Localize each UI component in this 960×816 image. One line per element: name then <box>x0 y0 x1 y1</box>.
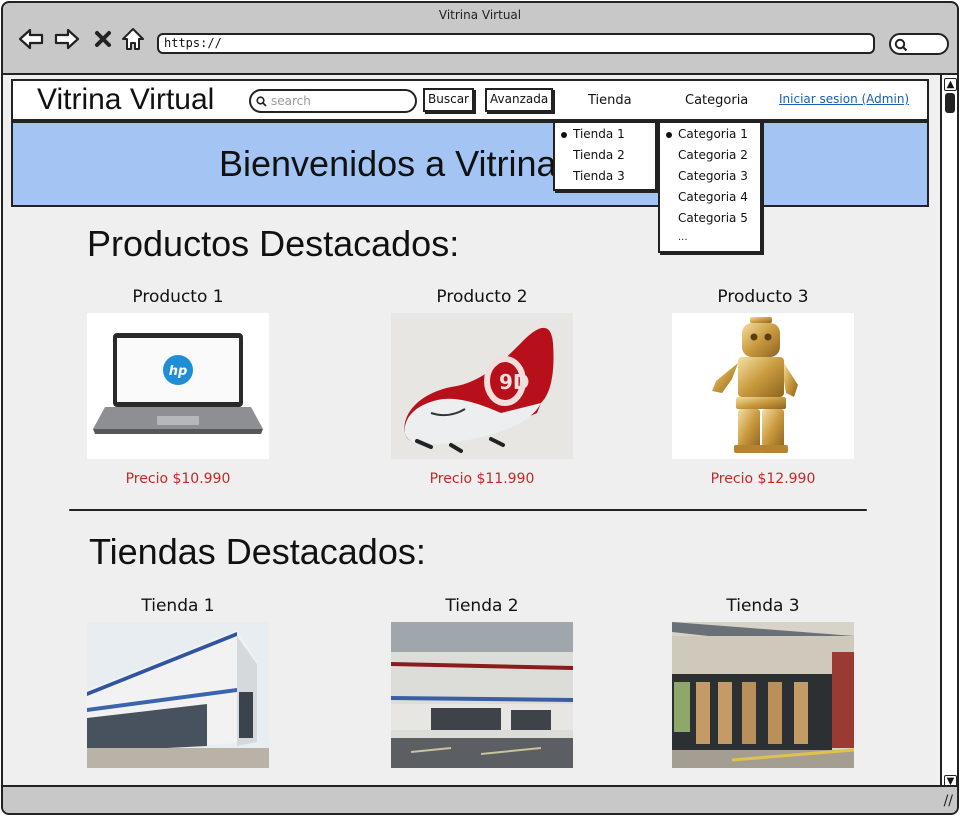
store-title[interactable]: Tienda 1 <box>87 596 269 616</box>
svg-text:9D: 9D <box>499 370 530 394</box>
site-header: Vitrina Virtual search Buscar Avanzada T… <box>11 79 929 121</box>
browser-window: Vitrina Virtual https:// Vitrina Virtual… <box>1 1 959 815</box>
tienda-option[interactable]: Tienda 2 <box>555 148 655 169</box>
tienda-dropdown: Tienda 1 Tienda 2 Tienda 3 <box>553 121 657 191</box>
admin-login-link[interactable]: Iniciar sesion (Admin) <box>779 92 909 106</box>
product-title[interactable]: Producto 1 <box>87 287 269 307</box>
categoria-option[interactable]: Categoria 2 <box>660 148 760 169</box>
scroll-thumb[interactable] <box>945 93 955 113</box>
search-icon <box>256 96 267 107</box>
url-bar[interactable]: https:// <box>157 33 875 54</box>
scroll-up-icon[interactable]: ▲ <box>944 78 957 91</box>
product-price: Precio $12.990 <box>710 471 816 487</box>
categoria-dropdown: Categoria 1 Categoria 2 Categoria 3 Cate… <box>658 121 762 253</box>
tiendas-heading: Tiendas Destacados: <box>89 531 426 572</box>
status-bar: // <box>3 785 957 813</box>
welcome-banner: Bienvenidos a Vitrina Virtual <box>11 121 929 207</box>
section-divider <box>69 509 867 511</box>
categoria-option[interactable]: Categoria 1 <box>660 127 760 148</box>
categoria-option-more[interactable]: ... <box>660 232 760 253</box>
back-icon[interactable] <box>17 25 45 53</box>
home-icon[interactable] <box>119 25 147 53</box>
tienda-menu[interactable]: Tienda <box>588 93 632 108</box>
product-image-shoe[interactable]: 9D <box>391 313 573 459</box>
search-icon <box>894 38 908 52</box>
categoria-option[interactable]: Categoria 5 <box>660 211 760 232</box>
categoria-option[interactable]: Categoria 3 <box>660 169 760 190</box>
avanzada-button[interactable]: Avanzada <box>485 88 554 112</box>
resize-grip-icon[interactable]: // <box>944 793 953 809</box>
vertical-scrollbar[interactable]: ▲ ▼ <box>940 73 957 791</box>
store-image-2[interactable] <box>391 622 573 768</box>
store-title[interactable]: Tienda 2 <box>391 596 573 616</box>
store-image-3[interactable] <box>672 622 854 768</box>
selected-bullet-icon <box>561 132 567 138</box>
close-icon[interactable] <box>89 25 117 53</box>
store-title[interactable]: Tienda 3 <box>672 596 854 616</box>
forward-icon[interactable] <box>53 25 81 53</box>
selected-bullet-icon <box>666 132 672 138</box>
buscar-button[interactable]: Buscar <box>423 88 474 112</box>
productos-heading: Productos Destacados: <box>87 223 460 264</box>
categoria-menu[interactable]: Categoria <box>685 93 748 108</box>
store-image-1[interactable] <box>87 622 269 768</box>
categoria-option[interactable]: Categoria 4 <box>660 190 760 211</box>
window-title: Vitrina Virtual <box>438 8 522 22</box>
product-title[interactable]: Producto 3 <box>672 287 854 307</box>
search-input[interactable]: search <box>249 89 417 113</box>
product-price: Precio $10.990 <box>125 471 231 487</box>
product-price: Precio $11.990 <box>429 471 535 487</box>
page-viewport: Vitrina Virtual search Buscar Avanzada T… <box>3 73 940 789</box>
tienda-option[interactable]: Tienda 3 <box>555 169 655 190</box>
product-image-laptop[interactable]: hp <box>87 313 269 459</box>
product-title[interactable]: Producto 2 <box>391 287 573 307</box>
svg-text:hp: hp <box>169 364 188 379</box>
brand-logo[interactable]: Vitrina Virtual <box>37 83 214 117</box>
browser-search[interactable] <box>889 33 949 55</box>
tienda-option[interactable]: Tienda 1 <box>555 127 655 148</box>
product-image-figure[interactable] <box>672 313 854 459</box>
